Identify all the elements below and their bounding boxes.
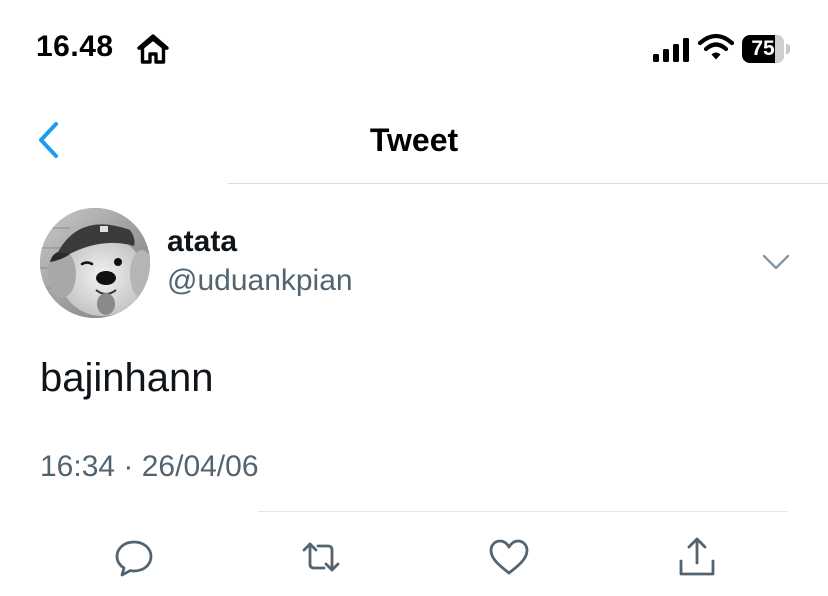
battery-level: 75	[751, 37, 775, 60]
page-title: Tweet	[369, 122, 459, 158]
chevron-down-icon[interactable]	[760, 250, 792, 274]
battery-indicator: 75	[742, 35, 784, 63]
display-name[interactable]: atata	[167, 225, 237, 259]
action-bar	[0, 520, 828, 596]
username[interactable]: @uduankpian	[167, 264, 353, 298]
cellular-signal-icon	[653, 38, 689, 62]
avatar-image	[40, 208, 150, 318]
home-icon	[137, 34, 169, 64]
tweet-text: bajinhann	[40, 356, 214, 400]
battery-icon: 75	[742, 35, 792, 63]
like-heart-icon[interactable]	[486, 534, 532, 580]
reply-icon[interactable]	[111, 534, 157, 580]
status-bar: 16.48 75	[0, 0, 828, 100]
avatar[interactable]	[40, 208, 150, 318]
nav-bar: Tweet	[0, 100, 828, 184]
wifi-icon	[698, 33, 734, 60]
share-icon[interactable]	[674, 534, 720, 580]
action-divider	[258, 511, 788, 512]
tweet-timestamp: 16:34 · 26/04/06	[40, 450, 259, 483]
nav-divider	[228, 183, 828, 184]
retweet-icon[interactable]	[298, 534, 344, 580]
status-time: 16.48	[36, 30, 114, 63]
